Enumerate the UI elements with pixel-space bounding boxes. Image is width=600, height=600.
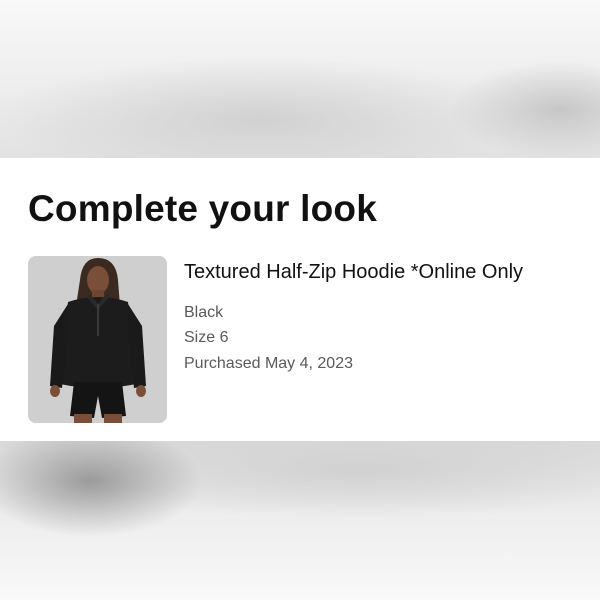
product-name[interactable]: Textured Half-Zip Hoodie *Online Only: [184, 261, 523, 284]
purchase-date: Purchased May 4, 2023: [184, 355, 353, 372]
model-wearing-hoodie-image: [28, 256, 167, 423]
product-item[interactable]: Textured Half-Zip Hoodie *Online Only Bl…: [28, 256, 588, 426]
screenshot-page: Complete your look Textured Half-Zip Hoo…: [0, 0, 600, 600]
blurred-background-bottom: [0, 441, 600, 600]
product-color: Black: [184, 304, 224, 321]
section-heading: Complete your look: [28, 188, 377, 229]
complete-your-look-card: Complete your look Textured Half-Zip Hoo…: [0, 158, 600, 442]
product-image[interactable]: [28, 256, 167, 423]
product-size: Size 6: [184, 329, 229, 346]
blurred-background-top: [0, 0, 600, 158]
